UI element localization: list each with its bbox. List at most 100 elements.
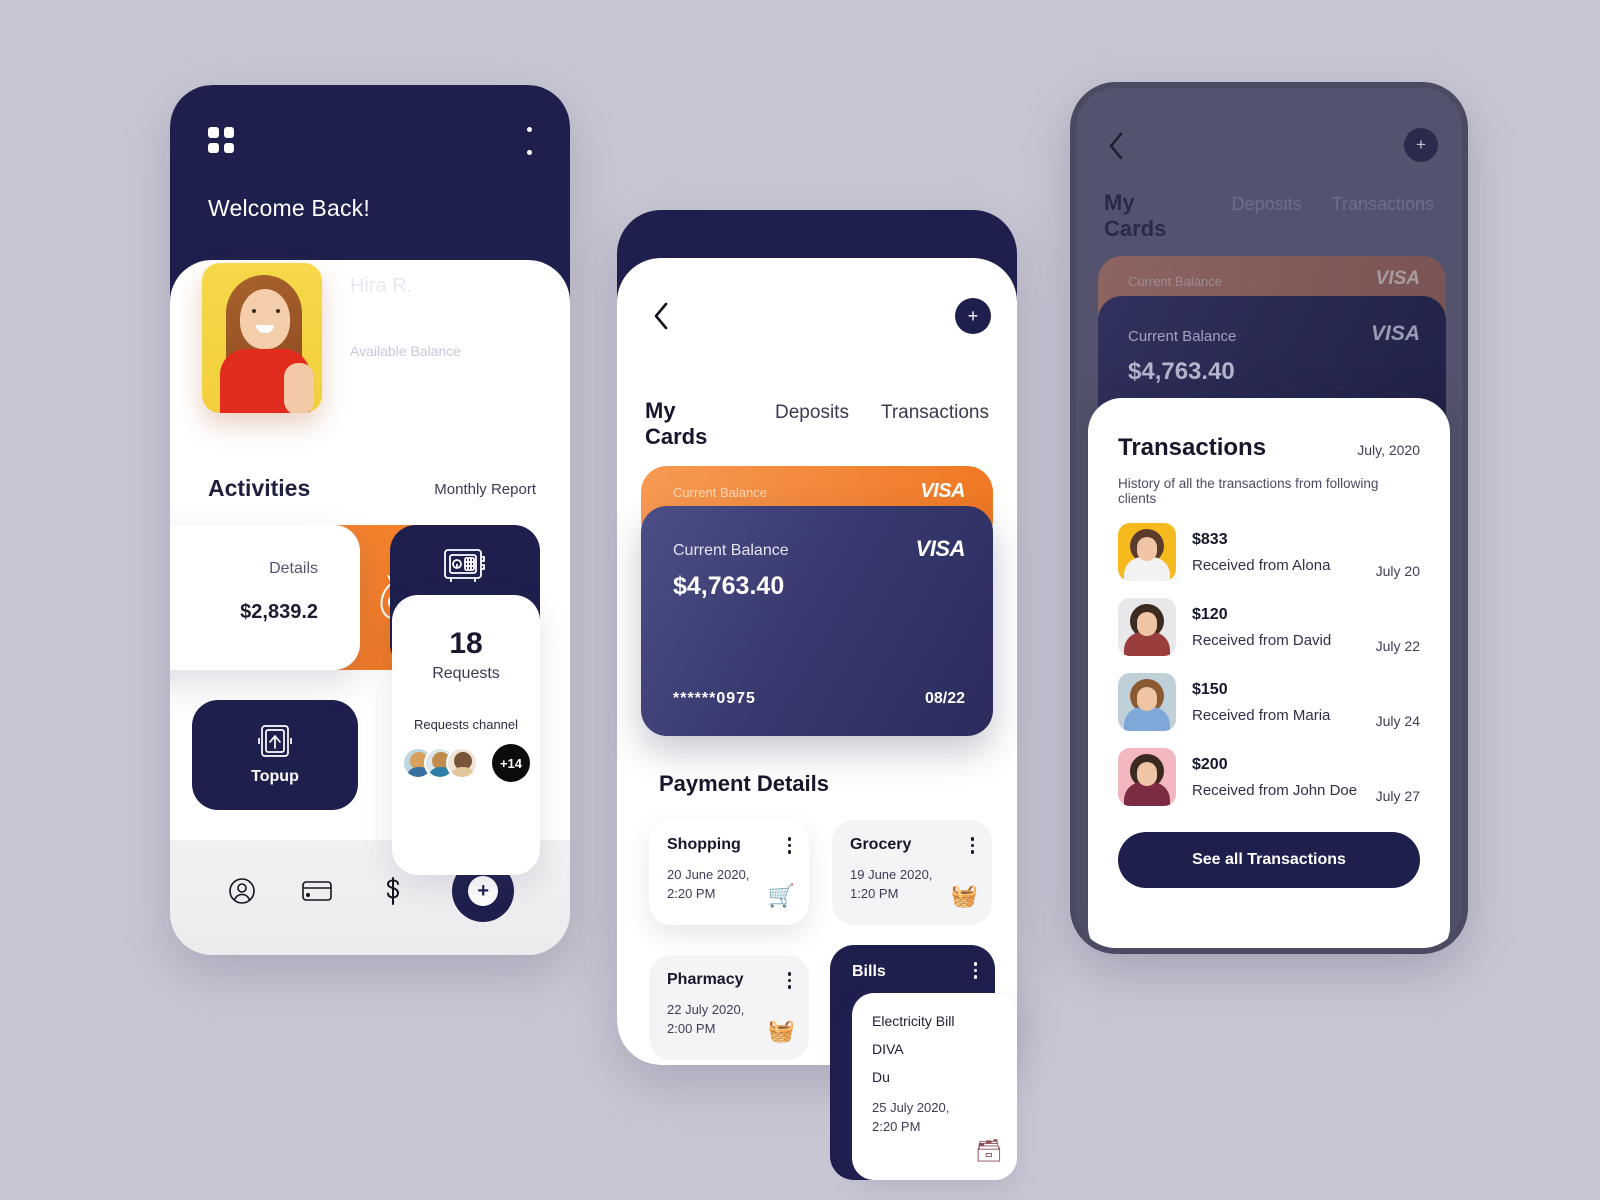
payment-card-shopping[interactable]: Shopping 20 June 2020, 2:20 PM 🛒	[649, 820, 809, 925]
requests-label: Requests	[432, 665, 500, 682]
grocery-basket-icon: 🧺	[950, 883, 978, 908]
visa-logo: VISA	[920, 480, 965, 502]
payment-title: Pharmacy	[667, 971, 744, 988]
welcome-text: Welcome Back!	[208, 195, 370, 221]
plus-icon: +	[1416, 135, 1426, 154]
card-number: ******0975	[673, 690, 756, 707]
payment-title: Shopping	[667, 836, 741, 853]
payment-card-pharmacy[interactable]: Pharmacy 22 July 2020, 2:00 PM 🧺	[649, 955, 809, 1060]
transactions-sheet: Transactions July, 2020 History of all t…	[1088, 398, 1450, 948]
tab-my-cards[interactable]: My Cards	[645, 398, 743, 450]
user-name: Hira R.	[350, 275, 413, 297]
payment-card-bills[interactable]: Bills Electricity Bill DIVA Du 25 July 2…	[830, 945, 1017, 1180]
card-balance-label: Current Balance	[673, 542, 789, 559]
payment-title: Grocery	[850, 836, 912, 853]
transactions-month: July, 2020	[1357, 442, 1420, 458]
transaction-description: Received from David	[1192, 631, 1332, 649]
visa-logo: VISA	[1370, 322, 1420, 345]
transaction-row[interactable]: $833 Received from Alona July 20	[1118, 523, 1420, 581]
tab-deposits[interactable]: Deposits	[1232, 194, 1302, 215]
transaction-description: Received from Alona	[1192, 556, 1331, 574]
phone-transactions: + My Cards Deposits Transactions Current…	[1070, 82, 1468, 954]
card-balance-label: Current Balance	[1128, 328, 1237, 345]
visa-logo: VISA	[1375, 268, 1420, 289]
kebab-menu-icon[interactable]	[787, 972, 791, 989]
bill-machine-icon: 🗃	[975, 1138, 1003, 1163]
card-balance-label: Current Balance	[1128, 274, 1222, 289]
tab-transactions[interactable]: Transactions	[1332, 194, 1434, 215]
cards-tabs: My Cards Deposits Transactions	[617, 398, 1017, 450]
chevron-left-icon[interactable]	[1104, 130, 1128, 162]
phone-dashboard: Welcome Back! Hira R. $4,763.40 Availabl…	[170, 85, 570, 955]
loan-amount: $2,839.2	[240, 601, 318, 623]
kebab-menu-icon[interactable]	[970, 837, 974, 854]
payment-details-title: Payment Details	[659, 771, 829, 796]
bill-item: Electricity Bill	[872, 1013, 955, 1029]
requests-card: 18 Requests Requests channel +14	[392, 595, 540, 875]
see-all-transactions-button[interactable]: See all Transactions	[1118, 832, 1420, 888]
transaction-row[interactable]: $150 Received from Maria July 24	[1118, 673, 1420, 731]
avatar	[1118, 598, 1176, 656]
payment-card-grocery[interactable]: Grocery 19 June 2020, 1:20 PM 🧺	[832, 820, 992, 925]
dashboard-topbar	[170, 127, 570, 157]
kebab-menu-icon[interactable]	[787, 837, 791, 854]
tab-my-cards[interactable]: My Cards	[1104, 190, 1202, 242]
transactions-header: Transactions July, 2020	[1118, 434, 1420, 462]
transactions-title: Transactions	[1118, 434, 1267, 461]
available-balance-amount: $4,763.40	[350, 303, 487, 336]
bills-datetime: 25 July 2020, 2:20 PM	[872, 1100, 950, 1134]
kebab-menu-icon[interactable]	[973, 962, 977, 979]
cards-tabs: My Cards Deposits Transactions	[1076, 190, 1462, 242]
loan-card[interactable]: Loan Details Pending $2,839.2	[170, 525, 360, 670]
credit-card-icon[interactable]	[301, 875, 333, 907]
safe-vault-icon	[444, 549, 485, 582]
card-balance-label: Current Balance	[673, 485, 767, 500]
dollar-icon[interactable]	[377, 875, 409, 907]
loan-details-link[interactable]: Details	[269, 560, 318, 578]
transaction-date: July 24	[1375, 713, 1420, 729]
plus-icon: +	[967, 306, 979, 326]
bill-item: Du	[872, 1069, 890, 1085]
transaction-description: Received from Maria	[1192, 706, 1331, 724]
transaction-description: Received from John Doe	[1192, 781, 1358, 799]
visa-logo: VISA	[915, 536, 966, 561]
user-avatar	[202, 263, 322, 413]
shopping-cart-icon: 🛒	[767, 883, 795, 908]
transaction-row[interactable]: $200 Received from John Doe July 27	[1118, 748, 1420, 806]
tab-deposits[interactable]: Deposits	[775, 402, 849, 424]
avatar-overflow-badge[interactable]: +14	[492, 744, 530, 782]
requests-channel-label: Requests channel	[413, 717, 519, 732]
phone-cards: + My Cards Deposits Transactions Current…	[617, 210, 1017, 1180]
topup-button[interactable]: Topup	[192, 700, 358, 810]
screenshot-stage: Welcome Back! Hira R. $4,763.40 Availabl…	[0, 0, 1600, 1200]
requests-count: 18	[449, 627, 483, 660]
add-card-button[interactable]: +	[1404, 128, 1438, 162]
monthly-report-link[interactable]: Monthly Report	[434, 481, 536, 498]
kebab-menu-icon[interactable]	[526, 127, 532, 155]
chevron-left-icon[interactable]	[649, 300, 673, 332]
add-card-button[interactable]: +	[955, 298, 991, 334]
card-expiry: 08/22	[924, 690, 965, 707]
transaction-row[interactable]: $120 Received from David July 22	[1118, 598, 1420, 656]
credit-card-primary[interactable]: Current Balance $4,763.40 VISA ******097…	[641, 506, 993, 736]
transaction-amount: $833	[1192, 530, 1228, 548]
transaction-amount: $200	[1192, 755, 1228, 773]
avatar	[1118, 748, 1176, 806]
transactions-subtitle: History of all the transactions from fol…	[1118, 476, 1379, 506]
transaction-amount: $150	[1192, 680, 1228, 698]
avatar-stack[interactable]	[402, 747, 478, 779]
bill-item: DIVA	[872, 1041, 904, 1057]
available-balance-label: Available Balance	[350, 343, 462, 359]
user-circle-icon[interactable]	[226, 875, 258, 907]
page-title: Activities	[208, 475, 311, 501]
cards-screen: + My Cards Deposits Transactions Current…	[617, 258, 1017, 1180]
avatar	[1118, 673, 1176, 731]
transaction-date: July 27	[1375, 788, 1420, 804]
transaction-date: July 22	[1375, 638, 1420, 654]
grid-icon[interactable]	[208, 127, 234, 153]
tab-transactions[interactable]: Transactions	[881, 402, 989, 424]
transaction-date: July 20	[1375, 563, 1420, 579]
avatar	[446, 747, 478, 779]
requests-channel-row: +14	[402, 744, 530, 782]
upload-tablet-icon	[258, 725, 292, 757]
